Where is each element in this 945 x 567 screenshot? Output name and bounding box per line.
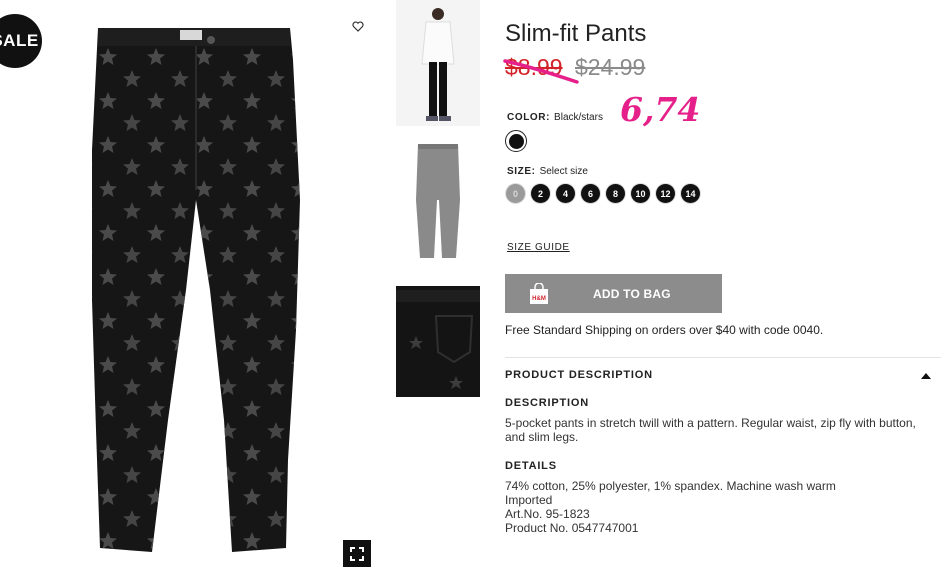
color-swatch-black[interactable] <box>505 130 527 152</box>
size-value: Select size <box>539 166 588 177</box>
pants-illustration <box>92 28 300 552</box>
shipping-note: Free Standard Shipping on orders over $4… <box>505 323 824 337</box>
size-label: SIZE: <box>507 166 536 177</box>
original-price: $24.99 <box>575 54 646 80</box>
handwritten-price-note: 6,74 <box>620 90 701 129</box>
details-list: 74% cotton, 25% polyester, 1% spandex. M… <box>505 479 836 535</box>
product-description-heading[interactable]: PRODUCT DESCRIPTION <box>505 369 653 381</box>
size-option-6[interactable]: 6 <box>581 184 600 203</box>
details-line: Imported <box>505 493 553 507</box>
product-info: Slim-fit Pants $8.99 $24.99 6,74 COLOR: B… <box>503 0 941 567</box>
description-heading: DESCRIPTION <box>505 397 589 409</box>
details-line: Product No. 0547747001 <box>505 521 639 535</box>
size-label-line: SIZE: Select size <box>507 166 588 177</box>
size-option-10[interactable]: 10 <box>631 184 650 203</box>
color-value: Black/stars <box>554 112 603 123</box>
add-to-bag-label: ADD TO BAG <box>593 286 671 301</box>
sale-price: $8.99 <box>505 54 563 80</box>
color-label: COLOR: <box>507 112 551 123</box>
main-product-image[interactable]: SALE <box>0 0 380 567</box>
details-heading: DETAILS <box>505 460 557 472</box>
heart-icon[interactable] <box>349 17 367 35</box>
thumbnail-flat-gray[interactable] <box>396 140 480 264</box>
fullscreen-icon[interactable] <box>343 540 371 567</box>
bag-icon: H&M <box>530 282 548 304</box>
size-option-4[interactable]: 4 <box>556 184 575 203</box>
divider <box>505 357 941 358</box>
description-text: 5-pocket pants in stretch twill with a p… <box>505 416 916 444</box>
size-option-14[interactable]: 14 <box>681 184 700 203</box>
chevron-up-icon[interactable] <box>920 372 932 380</box>
bag-icon-text: H&M <box>532 296 546 302</box>
size-option-12[interactable]: 12 <box>656 184 675 203</box>
size-option-8[interactable]: 8 <box>606 184 625 203</box>
thumbnail-detail-back[interactable] <box>396 286 480 397</box>
size-option-2[interactable]: 2 <box>531 184 550 203</box>
details-line: 74% cotton, 25% polyester, 1% spandex. M… <box>505 479 836 493</box>
size-option-0[interactable]: 0 <box>506 184 525 203</box>
size-options: 0 2 4 6 8 10 12 14 <box>506 184 700 203</box>
color-label-line: COLOR: Black/stars <box>507 112 603 123</box>
details-line: Art.No. 95-1823 <box>505 507 590 521</box>
thumbnail-model[interactable] <box>396 0 480 126</box>
product-title: Slim-fit Pants <box>505 20 647 47</box>
swatch-fill <box>508 133 524 149</box>
add-to-bag-button[interactable]: H&M ADD TO BAG <box>505 274 722 313</box>
size-guide-link[interactable]: SIZE GUIDE <box>507 242 570 253</box>
